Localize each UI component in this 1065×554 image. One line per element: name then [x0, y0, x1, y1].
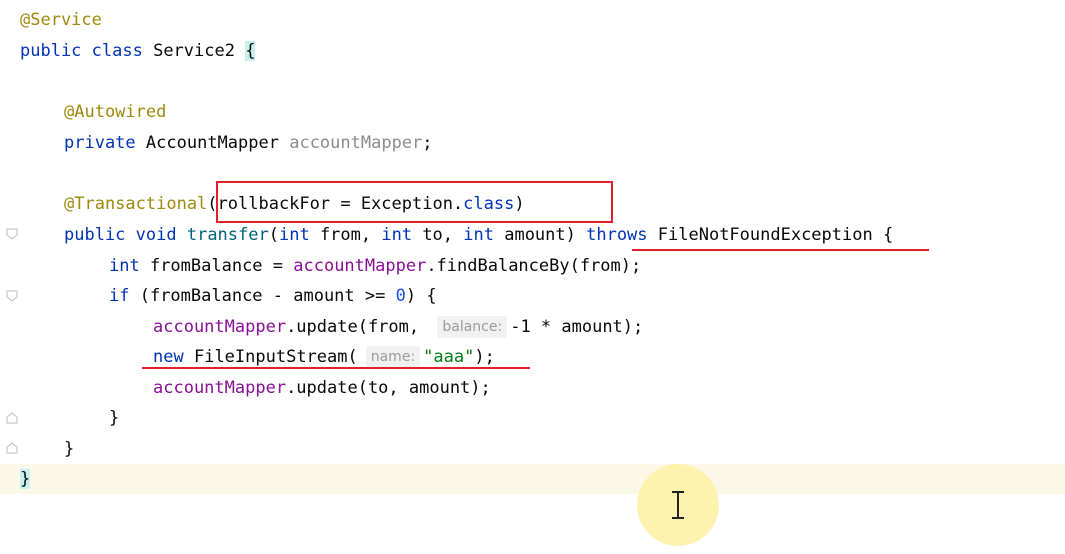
- code-line[interactable]: int fromBalance = accountMapper.findBala…: [0, 251, 1065, 281]
- matched-brace: }: [20, 469, 31, 489]
- code-line[interactable]: accountMapper.update(from, balance: -1 * …: [0, 312, 1065, 342]
- matched-brace: {: [245, 41, 256, 61]
- highlight-box: [216, 181, 613, 223]
- code-line[interactable]: if (fromBalance - amount >= 0) {: [0, 281, 1065, 311]
- underline-mark: [632, 249, 929, 251]
- code-editor[interactable]: @Service public class Service2 { @Autowi…: [0, 0, 1065, 546]
- field-ref: accountMapper: [153, 317, 287, 337]
- keyword: public class: [20, 41, 143, 61]
- closing-brace: }: [109, 408, 120, 428]
- code-line[interactable]: }: [0, 403, 1065, 433]
- annotation: @Autowired: [64, 102, 167, 122]
- text-cursor-icon: [672, 491, 684, 519]
- parameter-hint: name:: [365, 346, 421, 368]
- code-line[interactable]: @Autowired: [0, 97, 1065, 127]
- keyword: private: [64, 133, 136, 153]
- throws-keyword: throws: [586, 225, 648, 245]
- code-line[interactable]: @Service: [0, 5, 1065, 35]
- field-ref: accountMapper: [153, 378, 287, 398]
- code-line[interactable]: public void transfer(int from, int to, i…: [0, 220, 1065, 250]
- annotation: @Service: [20, 10, 102, 30]
- underline-mark: [142, 367, 530, 369]
- code-line[interactable]: }: [0, 434, 1065, 464]
- class-name: FileInputStream(: [193, 347, 358, 367]
- exception-type: FileNotFoundException {: [657, 225, 894, 245]
- string-literal: "aaa": [423, 347, 475, 367]
- code-line[interactable]: private AccountMapper accountMapper;: [0, 128, 1065, 158]
- parameter-hint: balance:: [437, 316, 508, 338]
- code-line[interactable]: }: [0, 464, 1065, 494]
- field-ref: accountMapper: [293, 256, 427, 276]
- closing-brace: }: [64, 439, 75, 459]
- type-name: AccountMapper: [145, 133, 279, 153]
- class-name: Service2: [153, 41, 235, 61]
- unused-field: accountMapper: [289, 133, 423, 153]
- annotation: @Transactional: [64, 194, 208, 214]
- code-line[interactable]: public class Service2 {: [0, 36, 1065, 66]
- method-name: transfer: [186, 225, 269, 245]
- code-line[interactable]: accountMapper.update(to, amount);: [0, 373, 1065, 403]
